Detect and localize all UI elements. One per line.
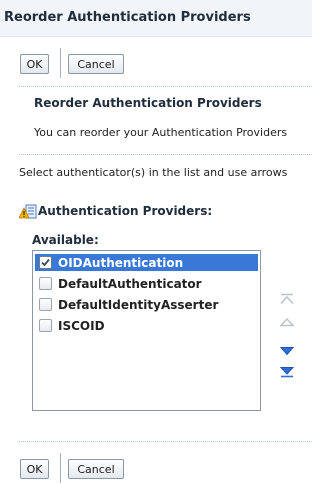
providers-label: Authentication Providers: <box>38 204 213 218</box>
button-separator-top <box>60 48 61 78</box>
list-item-oidauthentication[interactable]: OIDAuthentication <box>35 254 258 271</box>
move-to-top-icon <box>280 293 294 305</box>
providers-list-icon <box>18 203 37 221</box>
checkbox-oidauthentication[interactable] <box>39 256 52 269</box>
move-down-icon <box>280 347 294 356</box>
move-up-icon <box>280 317 294 327</box>
ok-button-top[interactable]: OK <box>20 54 49 74</box>
list-item-defaultidentityasserter[interactable]: DefaultIdentityAsserter <box>35 296 258 313</box>
checkbox-defaultauthenticator[interactable] <box>39 277 52 290</box>
divider <box>19 154 312 155</box>
move-to-top-button[interactable] <box>279 292 295 306</box>
cancel-button-top[interactable]: Cancel <box>68 54 124 74</box>
available-label: Available: <box>32 233 99 247</box>
instruction-text: Select authenticator(s) in the list and … <box>19 166 288 179</box>
list-item-label: ISCOID <box>58 318 105 333</box>
move-up-button[interactable] <box>279 315 295 329</box>
divider <box>19 86 312 87</box>
description-text: You can reorder your Authentication Prov… <box>34 126 288 139</box>
divider <box>19 441 312 442</box>
ok-button-bottom[interactable]: OK <box>20 459 49 479</box>
checkbox-defaultidentityasserter[interactable] <box>39 298 52 311</box>
list-item-iscoid[interactable]: ISCOID <box>35 317 258 334</box>
list-item-label: DefaultAuthenticator <box>58 276 202 291</box>
button-separator-bottom <box>60 453 61 483</box>
move-to-bottom-button[interactable] <box>279 365 295 379</box>
move-down-button[interactable] <box>279 344 295 358</box>
dialog-title: Reorder Authentication Providers <box>4 10 251 25</box>
move-to-bottom-icon <box>280 367 294 378</box>
list-item-defaultauthenticator[interactable]: DefaultAuthenticator <box>35 275 258 292</box>
checkmark-icon <box>41 258 50 267</box>
list-item-label: DefaultIdentityAsserter <box>58 297 219 312</box>
checkbox-iscoid[interactable] <box>39 319 52 332</box>
section-heading: Reorder Authentication Providers <box>34 96 262 110</box>
available-providers-list[interactable]: OIDAuthentication DefaultAuthenticator D… <box>32 250 261 411</box>
cancel-button-bottom[interactable]: Cancel <box>68 459 124 479</box>
dialog-title-bar: Reorder Authentication Providers <box>0 0 312 37</box>
list-item-label: OIDAuthentication <box>58 255 184 270</box>
